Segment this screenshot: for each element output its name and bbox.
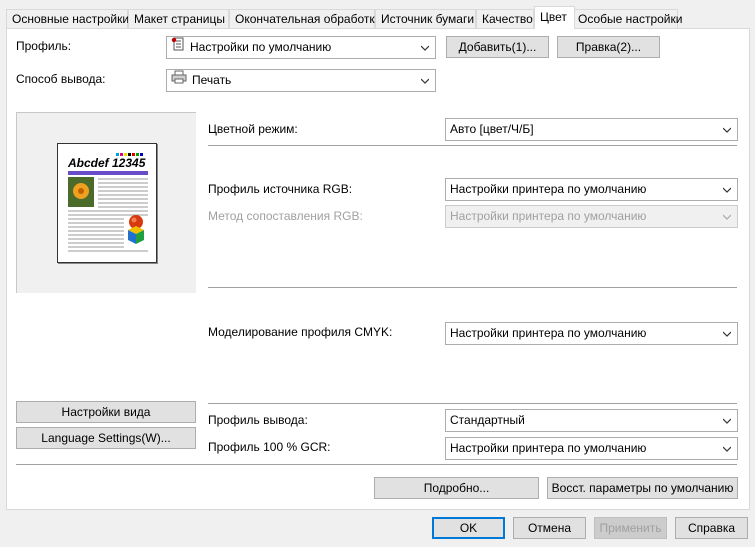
tab-label: Окончательная обработка (235, 12, 382, 26)
gcr-profile-label: Профиль 100 % GCR: (208, 440, 331, 454)
tab-label: Основные настройки (12, 12, 130, 26)
apply-button[interactable]: Применить (594, 517, 667, 539)
output-method-label: Способ вывода: (16, 72, 106, 86)
rgb-source-profile-value: Настройки принтера по умолчанию (450, 182, 647, 196)
ok-button[interactable]: OK (432, 517, 505, 539)
tab-quality[interactable]: Качество (476, 9, 534, 29)
gcr-profile-select[interactable]: Настройки принтера по умолчанию (445, 437, 738, 460)
restore-defaults-button[interactable]: Восст. параметры по умолчанию (547, 477, 738, 499)
color-mode-label: Цветной режим: (208, 122, 298, 136)
profile-label: Профиль: (16, 39, 72, 53)
profile-value: Настройки по умолчанию (190, 40, 332, 54)
tab-label: Источник бумаги (381, 12, 475, 26)
output-method-select[interactable]: Печать (166, 69, 436, 92)
tab-color[interactable]: Цвет (534, 6, 575, 29)
chevron-down-icon (421, 45, 429, 51)
color-mode-value: Авто [цвет/Ч/Б] (450, 122, 534, 136)
language-settings-button[interactable]: Language Settings(W)... (16, 427, 196, 449)
tab-label: Цвет (540, 10, 567, 24)
help-button[interactable]: Справка (675, 517, 748, 539)
sample-page-preview: Abcdef 12345 (57, 143, 157, 263)
profile-icon (171, 37, 185, 58)
tab-label: Макет страницы (134, 12, 225, 26)
sample-page-graphic (68, 153, 148, 252)
cancel-button[interactable]: Отмена (513, 517, 586, 539)
tab-finishing[interactable]: Окончательная обработка (229, 9, 382, 29)
chevron-down-icon (421, 78, 429, 84)
rgb-matching-method-select[interactable]: Настройки принтера по умолчанию (445, 205, 738, 228)
tab-paper-source[interactable]: Источник бумаги (375, 9, 476, 29)
chevron-down-icon (723, 331, 731, 337)
gcr-profile-value: Настройки принтера по умолчанию (450, 441, 647, 455)
cmyk-simulation-select[interactable]: Настройки принтера по умолчанию (445, 322, 738, 345)
output-method-value: Печать (192, 73, 232, 87)
rgb-matching-method-label: Метод сопоставления RGB: (208, 209, 363, 223)
profile-select[interactable]: Настройки по умолчанию (166, 36, 436, 59)
preview-area: Abcdef 12345 (16, 112, 196, 293)
divider (208, 145, 737, 146)
chevron-down-icon (723, 127, 731, 133)
tab-label: Особые настройки (578, 12, 683, 26)
divider (208, 287, 737, 288)
add-profile-button[interactable]: Добавить(1)... (446, 36, 549, 58)
details-button[interactable]: Подробно... (374, 477, 539, 499)
cmyk-simulation-label: Моделирование профиля CMYK: (208, 325, 393, 339)
chevron-down-icon (723, 418, 731, 424)
chevron-down-icon (723, 214, 731, 220)
rgb-source-profile-select[interactable]: Настройки принтера по умолчанию (445, 178, 738, 201)
chevron-down-icon (723, 446, 731, 452)
tab-page-layout[interactable]: Макет страницы (128, 9, 229, 29)
rgb-matching-method-value: Настройки принтера по умолчанию (450, 209, 647, 223)
output-profile-select[interactable]: Стандартный (445, 409, 738, 432)
view-settings-button[interactable]: Настройки вида (16, 401, 196, 423)
color-mode-select[interactable]: Авто [цвет/Ч/Б] (445, 118, 738, 141)
tab-label: Качество (482, 12, 533, 26)
tab-bar: Основные настройки Макет страницы Оконча… (6, 6, 750, 29)
edit-profile-button[interactable]: Правка(2)... (557, 36, 660, 58)
tab-special-settings[interactable]: Особые настройки (572, 9, 682, 29)
output-profile-label: Профиль вывода: (208, 413, 308, 427)
tab-basic-settings[interactable]: Основные настройки (6, 9, 130, 29)
output-profile-value: Стандартный (450, 413, 525, 427)
divider (208, 403, 737, 404)
cmyk-simulation-value: Настройки принтера по умолчанию (450, 326, 647, 340)
printer-icon (171, 70, 187, 91)
rgb-source-profile-label: Профиль источника RGB: (208, 182, 353, 196)
chevron-down-icon (723, 187, 731, 193)
divider (16, 464, 737, 465)
